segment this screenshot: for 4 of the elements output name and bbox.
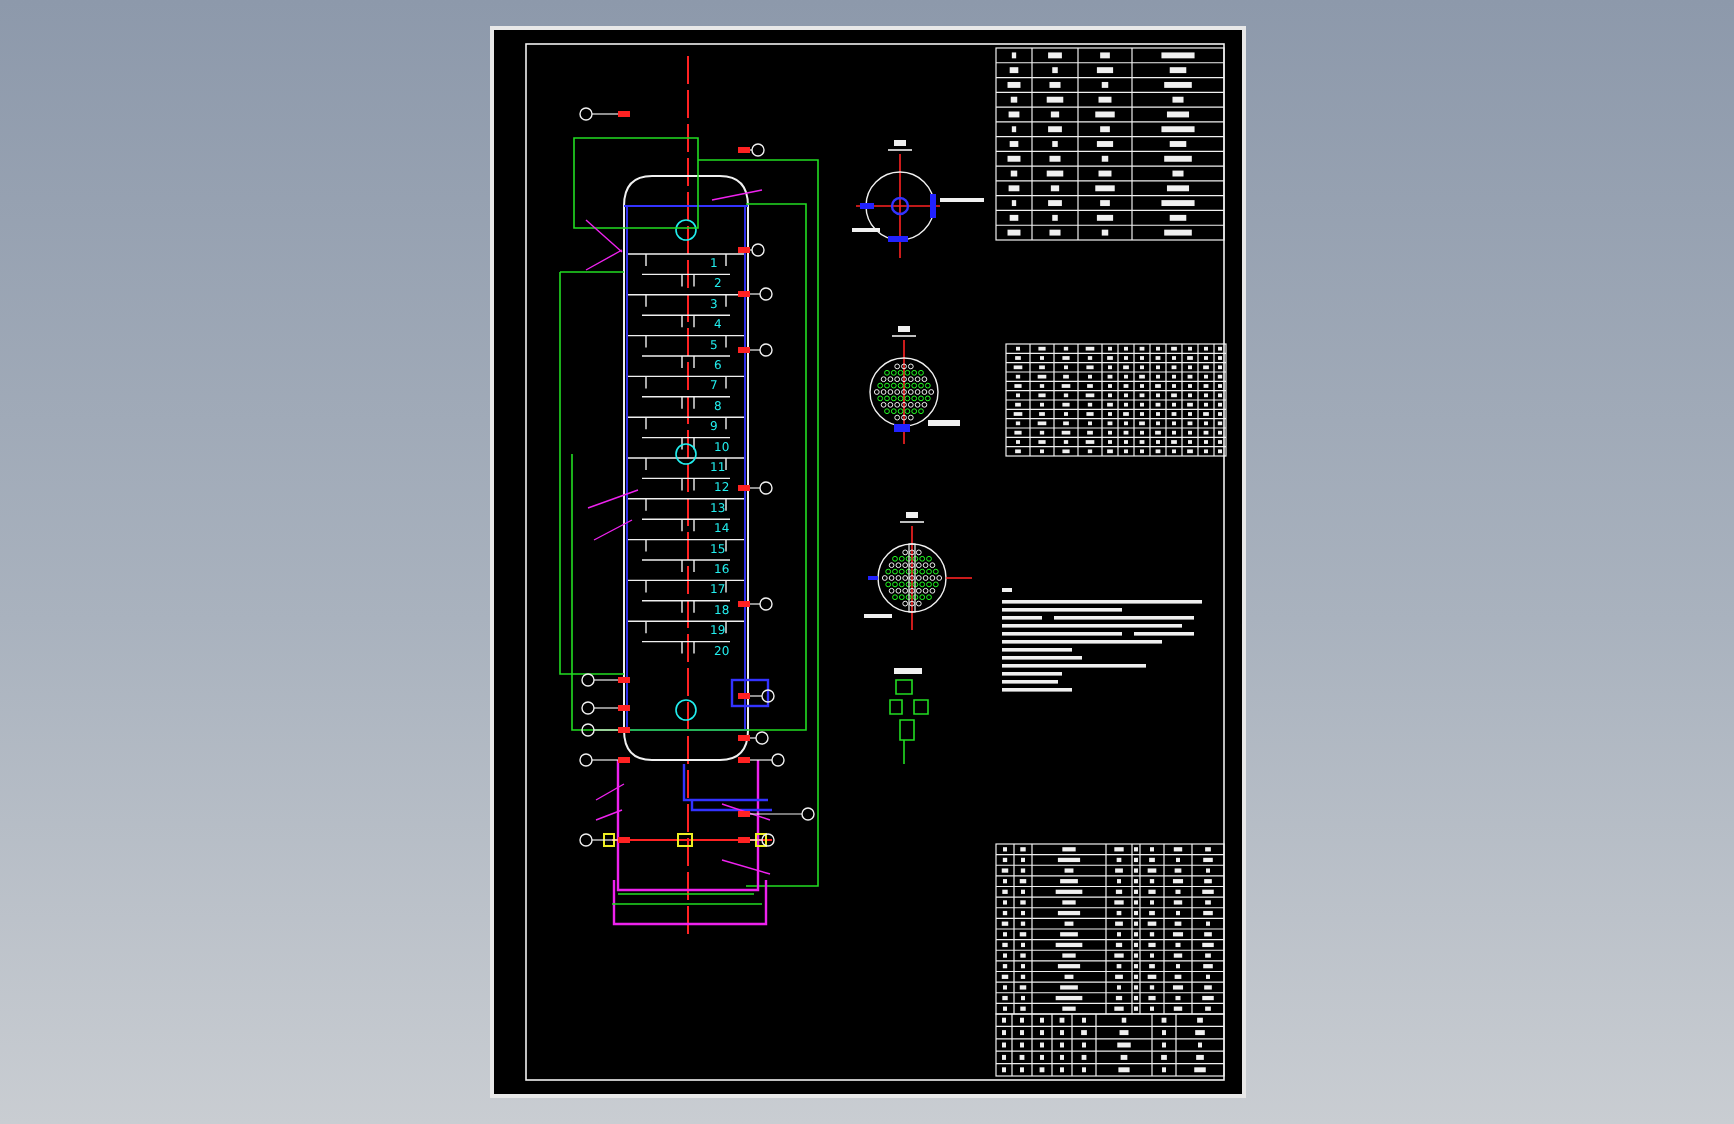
valve-detail-drawing <box>888 668 928 765</box>
tray-section-drawing <box>851 140 983 259</box>
tray-section-drawing <box>868 326 959 445</box>
tray-section-drawing <box>863 512 972 631</box>
